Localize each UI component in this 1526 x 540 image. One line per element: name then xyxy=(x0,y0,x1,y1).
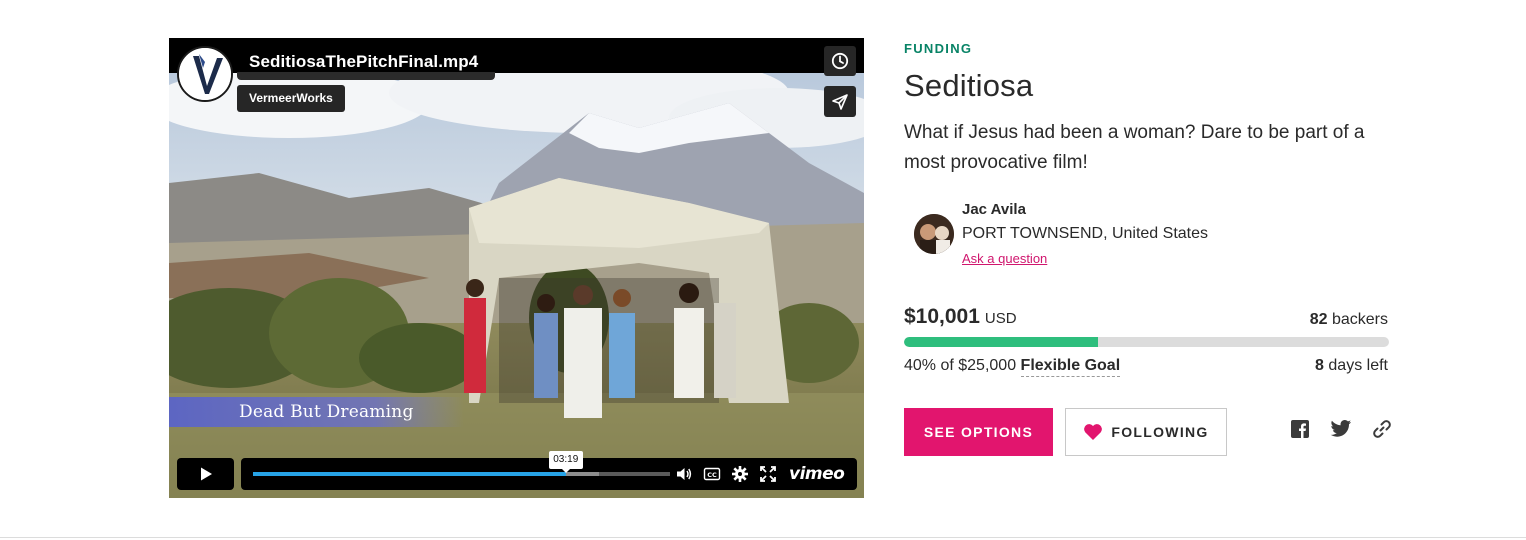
seek-time-tooltip: 03:19 xyxy=(548,451,583,473)
backers-count: 82 backers xyxy=(1310,311,1388,329)
section-divider xyxy=(0,537,1526,538)
share-video-button[interactable] xyxy=(824,86,856,117)
status-label: FUNDING xyxy=(904,41,973,56)
following-label: FOLLOWING xyxy=(1111,424,1209,440)
goal-type-tooltip[interactable]: Flexible Goal xyxy=(1020,357,1121,377)
creator-avatar[interactable] xyxy=(914,214,954,254)
link-icon[interactable] xyxy=(1371,418,1393,440)
backers-number: 82 xyxy=(1309,311,1328,328)
funding-progress-bar xyxy=(904,337,1389,347)
video-title[interactable]: SeditiosaThePitchFinal.mp4 xyxy=(249,52,478,72)
days-left: 8 days left xyxy=(1315,357,1388,375)
raised-amount: $10,001 xyxy=(904,305,980,328)
facebook-icon[interactable] xyxy=(1289,418,1311,440)
amount-raised: $10,001 USD xyxy=(904,305,1017,329)
title-shadow-bar xyxy=(237,72,495,80)
channel-avatar[interactable] xyxy=(177,46,233,102)
clock-icon xyxy=(831,52,849,70)
control-bar: 03:19 CC vimeo xyxy=(241,451,857,490)
creator-location: PORT TOWNSEND, United States xyxy=(962,225,1209,242)
twitter-icon[interactable] xyxy=(1330,418,1352,440)
seek-bar-played xyxy=(253,472,566,476)
closed-captions-icon[interactable]: CC xyxy=(703,465,721,483)
project-tagline: What if Jesus had been a woman? Dare to … xyxy=(904,122,1365,173)
play-button[interactable] xyxy=(177,458,234,490)
settings-gear-icon[interactable] xyxy=(731,465,749,483)
backers-label: backers xyxy=(1331,311,1388,328)
volume-icon[interactable] xyxy=(675,465,693,483)
channel-name[interactable]: VermeerWorks xyxy=(237,85,345,112)
svg-text:CC: CC xyxy=(707,471,717,479)
video-player[interactable]: SeditiosaThePitchFinal.mp4 VermeerWorks … xyxy=(169,38,864,498)
watch-later-button[interactable] xyxy=(824,46,856,76)
player-controls: 03:19 CC vimeo xyxy=(177,451,857,490)
funding-percent: 40% of $25,000 Flexible Goal xyxy=(904,357,1121,377)
control-icons: CC vimeo xyxy=(675,458,845,490)
raised-currency: USD xyxy=(984,310,1017,327)
play-icon xyxy=(200,467,212,481)
vimeo-logo[interactable]: vimeo xyxy=(789,464,845,484)
heart-icon xyxy=(1084,424,1103,440)
ask-question-link[interactable]: Ask a question xyxy=(962,251,1047,266)
creator-photo-image xyxy=(914,214,954,254)
video-frame[interactable] xyxy=(169,73,864,498)
following-button[interactable]: FOLLOWING xyxy=(1065,408,1227,456)
seek-bar[interactable]: 03:19 xyxy=(253,451,670,476)
creator-name[interactable]: Jac Avila xyxy=(962,201,1026,218)
days-label: days left xyxy=(1328,357,1388,374)
paper-plane-icon xyxy=(832,93,848,110)
video-caption: Dead But Dreaming xyxy=(239,402,414,422)
days-number: 8 xyxy=(1315,357,1324,374)
social-share xyxy=(1289,418,1393,440)
fullscreen-icon[interactable] xyxy=(759,465,777,483)
percent-of-goal: 40% of $25,000 xyxy=(904,357,1017,374)
project-title: Seditiosa xyxy=(904,68,1034,103)
see-options-button[interactable]: SEE OPTIONS xyxy=(904,408,1053,456)
funding-progress-fill xyxy=(904,337,1098,347)
